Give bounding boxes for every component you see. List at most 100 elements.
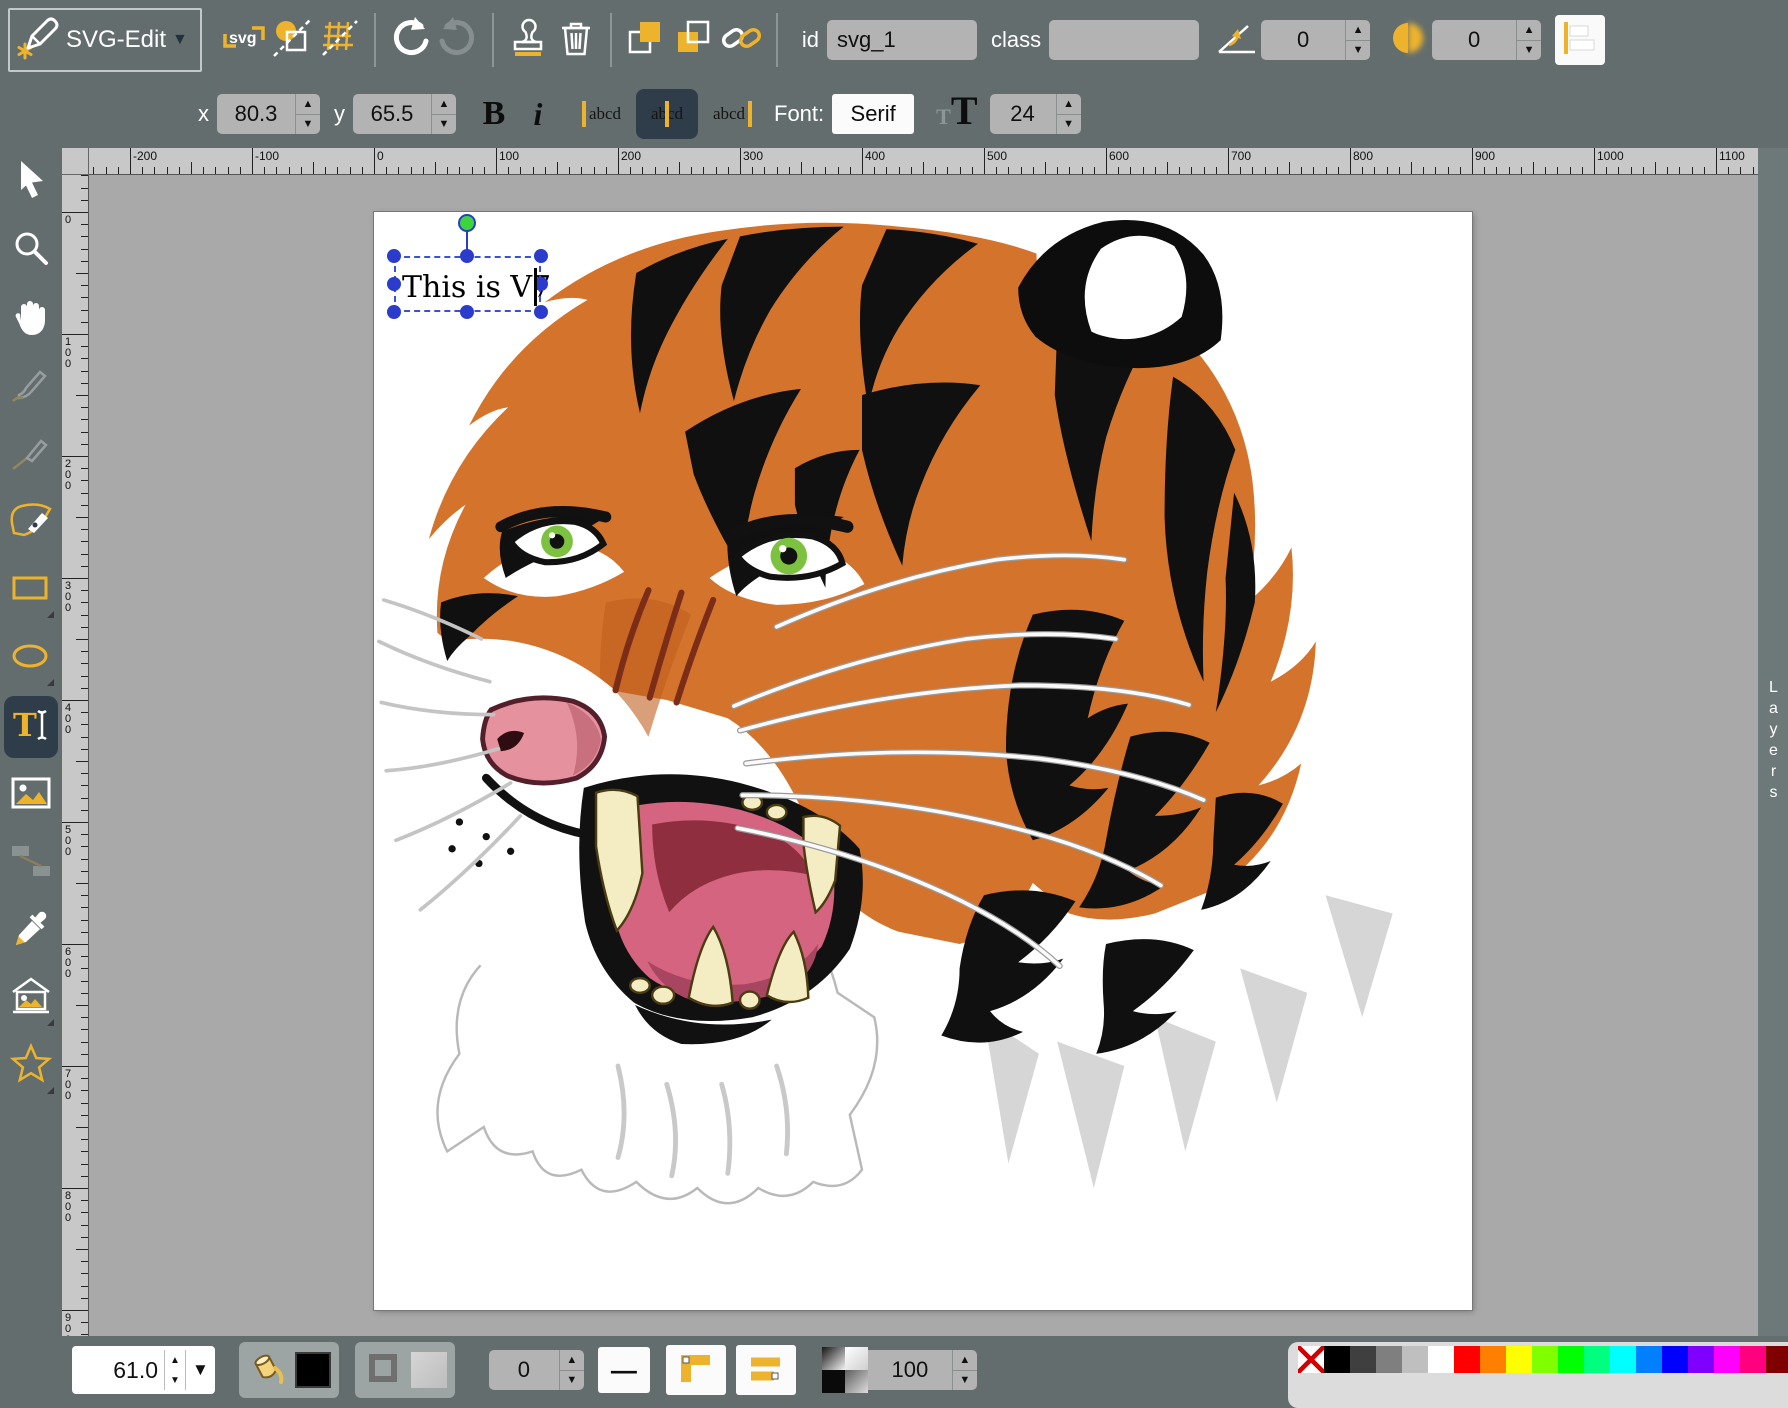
palette-swatch-none[interactable] (1298, 1346, 1324, 1373)
tool-image[interactable] (4, 764, 58, 826)
palette-swatch[interactable] (1324, 1346, 1350, 1373)
angle-input[interactable]: 0 (1261, 20, 1345, 60)
spinner-down-icon[interactable]: ▼ (953, 1371, 977, 1391)
tool-ellipse[interactable] (4, 628, 58, 690)
palette-swatch[interactable] (1350, 1346, 1376, 1373)
palette-swatch[interactable] (1558, 1346, 1584, 1373)
tool-line[interactable] (4, 424, 58, 486)
palette-swatch[interactable] (1714, 1346, 1740, 1373)
palette-swatch[interactable] (1766, 1346, 1788, 1373)
angle-spinner[interactable]: ▲ ▼ (1345, 20, 1370, 60)
fill-color-control[interactable] (239, 1342, 339, 1398)
tool-eyedropper[interactable] (4, 900, 58, 962)
spinner-down-icon[interactable]: ▼ (560, 1371, 584, 1391)
spinner-up-icon[interactable]: ▲ (560, 1350, 584, 1371)
font-family-button[interactable]: Serif (832, 94, 914, 134)
tool-shape-library[interactable] (4, 968, 58, 1030)
rotation-handle[interactable] (458, 214, 476, 232)
clone-button[interactable] (504, 16, 552, 64)
font-size-spinner[interactable]: ▲ ▼ (1056, 94, 1081, 134)
spinner-up-icon[interactable]: ▲ (1346, 20, 1370, 41)
tool-zoom[interactable] (4, 220, 58, 282)
tool-select[interactable] (4, 152, 58, 214)
spinner-down-icon[interactable]: ▼ (165, 1370, 185, 1390)
palette-swatch[interactable] (1376, 1346, 1402, 1373)
spinner-up-icon[interactable]: ▲ (432, 94, 456, 115)
selection-handle-ne[interactable] (534, 249, 548, 263)
stroke-color-swatch[interactable] (411, 1352, 447, 1388)
stroke-width-input[interactable]: 0 (489, 1350, 559, 1390)
spinner-up-icon[interactable]: ▲ (165, 1350, 185, 1370)
text-anchor-middle-button[interactable]: abcd (636, 89, 698, 139)
spinner-down-icon[interactable]: ▼ (432, 115, 456, 135)
tool-pencil[interactable] (4, 356, 58, 418)
stroke-width-spinner[interactable]: ▲ ▼ (559, 1350, 584, 1390)
selection-handle-n[interactable] (460, 249, 474, 263)
selection-handle-s[interactable] (460, 305, 474, 319)
stroke-linejoin-button[interactable] (666, 1345, 726, 1395)
palette-swatch[interactable] (1740, 1346, 1766, 1373)
palette-swatch[interactable] (1532, 1346, 1558, 1373)
x-input[interactable]: 80.3 (217, 94, 295, 134)
x-spinner[interactable]: ▲ ▼ (295, 94, 320, 134)
tool-connector[interactable] (4, 832, 58, 894)
undo-button[interactable] (386, 16, 434, 64)
selection-handle-sw[interactable] (387, 305, 401, 319)
source-button[interactable]: svg (220, 16, 268, 64)
redo-button[interactable] (434, 16, 482, 64)
id-input[interactable]: svg_1 (827, 20, 977, 60)
spinner-down-icon[interactable]: ▼ (1057, 115, 1081, 135)
blur-spinner[interactable]: ▲ ▼ (1516, 20, 1541, 60)
spinner-down-icon[interactable]: ▼ (1346, 41, 1370, 61)
make-link-button[interactable] (718, 16, 766, 64)
palette-swatch[interactable] (1662, 1346, 1688, 1373)
blur-input[interactable]: 0 (1432, 20, 1516, 60)
palette-swatch[interactable] (1428, 1346, 1454, 1373)
layers-panel-toggle[interactable]: Layers (1758, 148, 1788, 1336)
tool-star[interactable] (4, 1036, 58, 1098)
main-menu-button[interactable]: SVG-Edit ▼ (8, 8, 202, 72)
y-input[interactable]: 65.5 (353, 94, 431, 134)
opacity-input[interactable]: 100 (868, 1350, 952, 1390)
opacity-spinner[interactable]: ▲ ▼ (952, 1350, 977, 1390)
delete-button[interactable] (552, 16, 600, 64)
spinner-up-icon[interactable]: ▲ (296, 94, 320, 115)
spinner-up-icon[interactable]: ▲ (953, 1350, 977, 1371)
tool-rectangle[interactable] (4, 560, 58, 622)
palette-swatch[interactable] (1454, 1346, 1480, 1373)
selection-handle-nw[interactable] (387, 249, 401, 263)
spinner-up-icon[interactable]: ▲ (1517, 20, 1541, 41)
tool-path[interactable] (4, 492, 58, 554)
italic-button[interactable]: i (516, 90, 560, 138)
stroke-dash-button[interactable]: — (598, 1347, 650, 1393)
workspace[interactable]: -200-10001002003004005006007008009001000… (62, 148, 1758, 1336)
palette-swatch[interactable] (1610, 1346, 1636, 1373)
stroke-linecap-button[interactable] (736, 1345, 796, 1395)
spinner-down-icon[interactable]: ▼ (1517, 41, 1541, 61)
palette-swatch[interactable] (1480, 1346, 1506, 1373)
text-anchor-start-button[interactable]: abcd (574, 89, 636, 139)
move-to-bottom-button[interactable] (670, 16, 718, 64)
zoom-dropdown-arrow[interactable]: ▼ (192, 1360, 209, 1380)
palette-swatch[interactable] (1688, 1346, 1714, 1373)
zoom-spinner[interactable]: ▲ ▼ (164, 1350, 186, 1390)
class-input[interactable] (1049, 20, 1199, 60)
spinner-down-icon[interactable]: ▼ (296, 115, 320, 135)
text-anchor-end-button[interactable]: abcd (698, 89, 760, 139)
tool-pan[interactable] (4, 288, 58, 350)
y-spinner[interactable]: ▲ ▼ (431, 94, 456, 134)
zoom-input[interactable]: 61.0 (82, 1357, 158, 1384)
palette-swatch[interactable] (1402, 1346, 1428, 1373)
wireframe-button[interactable] (268, 16, 316, 64)
grid-snap-button[interactable] (316, 16, 364, 64)
palette-swatch[interactable] (1584, 1346, 1610, 1373)
fill-color-swatch[interactable] (295, 1352, 331, 1388)
stroke-color-control[interactable] (355, 1342, 455, 1398)
bold-button[interactable]: B (472, 90, 516, 138)
tool-text[interactable]: T (4, 696, 58, 758)
palette-swatch[interactable] (1636, 1346, 1662, 1373)
selection-handle-se[interactable] (534, 305, 548, 319)
palette-swatch[interactable] (1506, 1346, 1532, 1373)
move-to-top-button[interactable] (622, 16, 670, 64)
svg-canvas[interactable]: This is V7 (374, 212, 1472, 1310)
